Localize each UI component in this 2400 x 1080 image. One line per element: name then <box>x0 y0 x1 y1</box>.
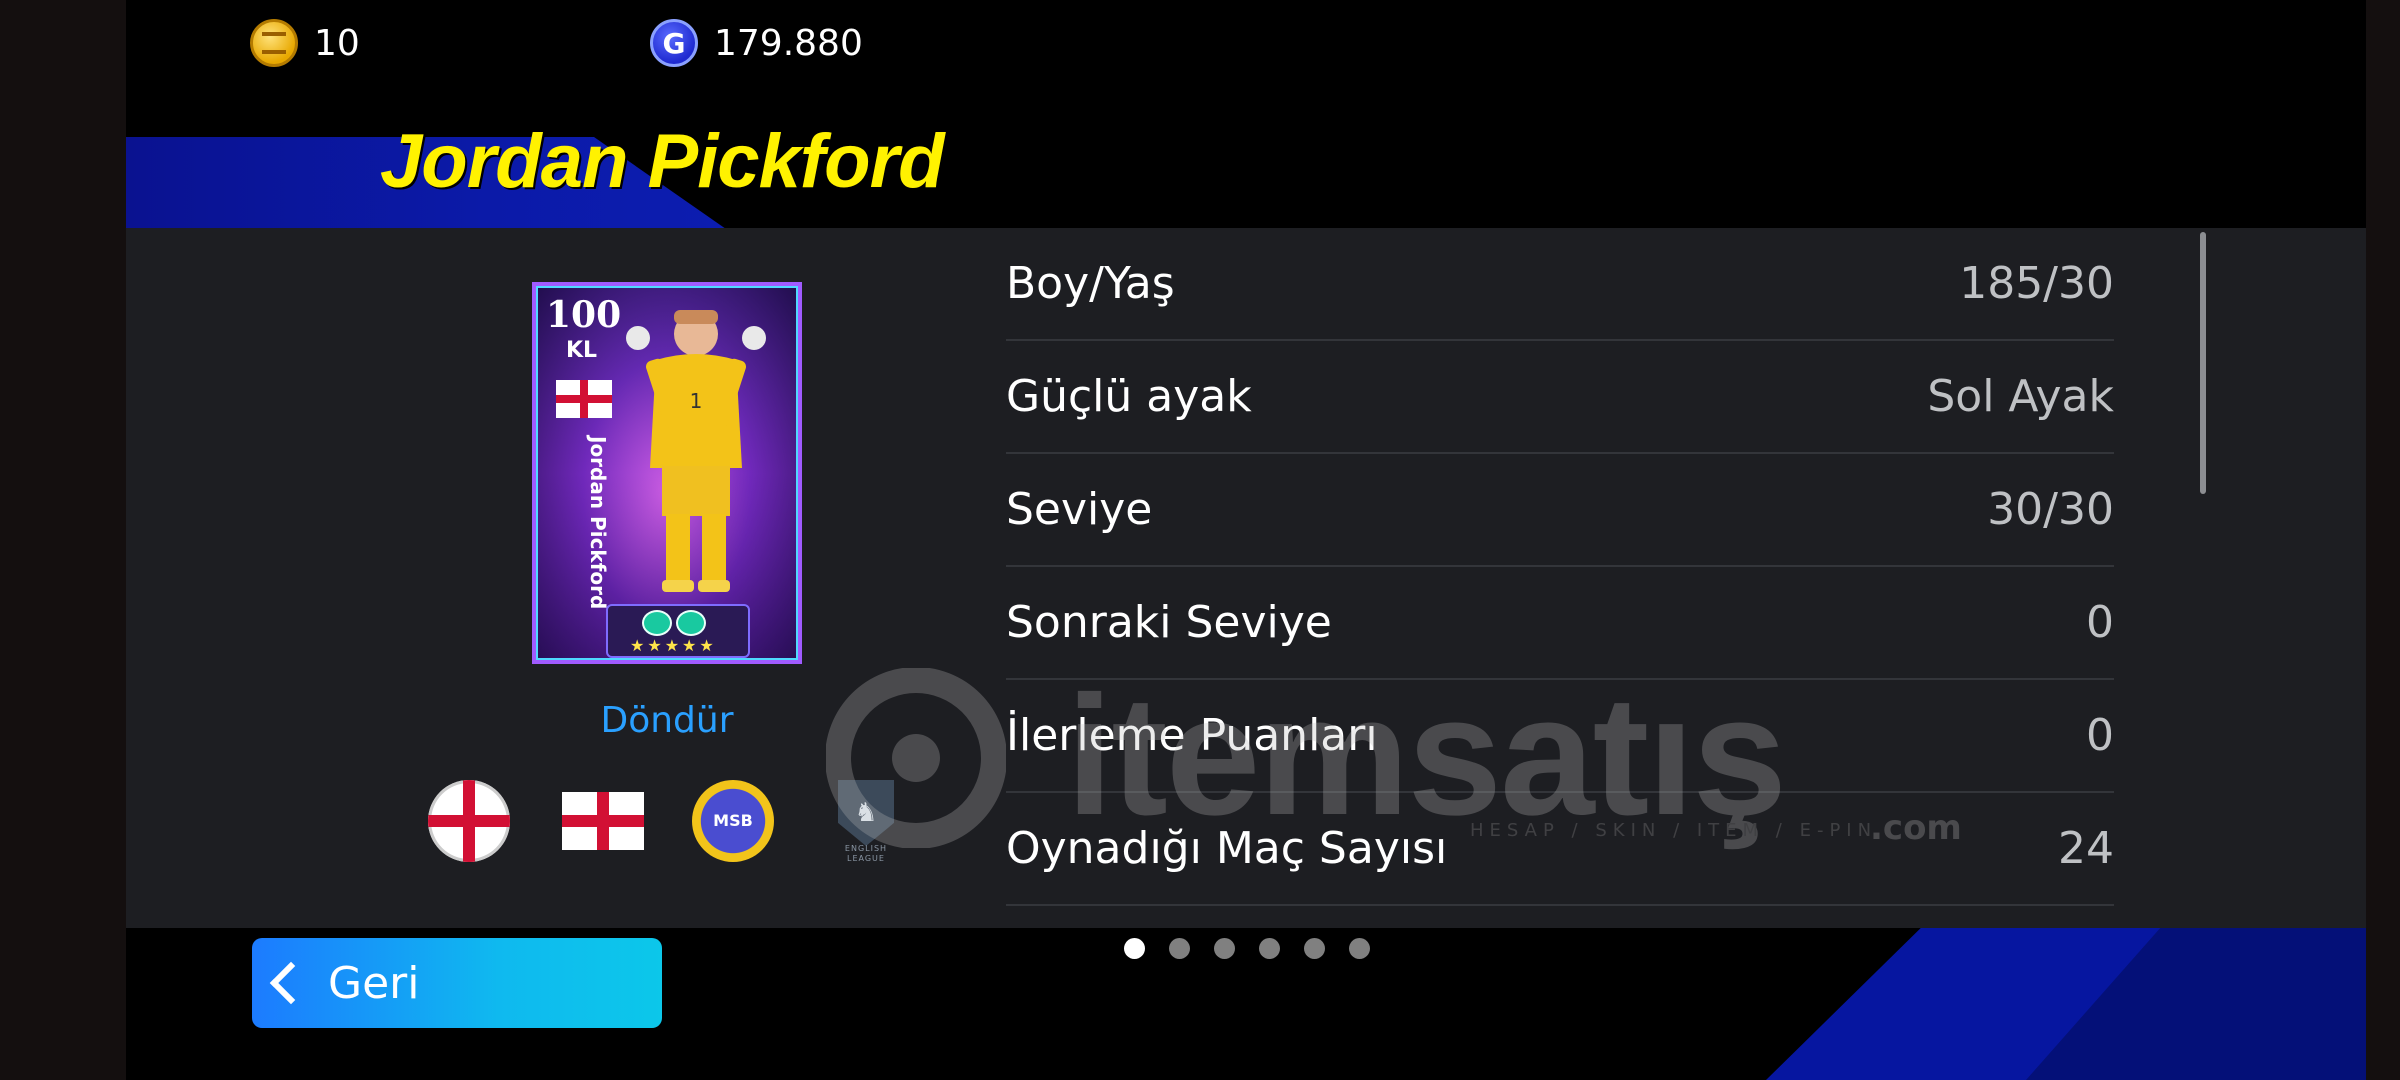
card-skill-icon <box>642 610 672 636</box>
player-info-panel: 1 100 KL Jordan Pickford ★★★★★ Döndür MS… <box>126 228 2366 928</box>
stat-row-next-level: Sonraki Seviye 0 <box>1006 567 2114 680</box>
screen: 10 G 179.880 Jordan Pickford 1 100 KL Jo… <box>126 0 2366 1080</box>
chevron-left-icon <box>269 961 313 1005</box>
gp-icon: G <box>650 19 698 67</box>
stat-row-strong-foot: Güçlü ayak Sol Ayak <box>1006 341 2114 454</box>
card-player-name: Jordan Pickford <box>586 436 610 610</box>
english-league-text: ENGLISH LEAGUE <box>844 844 888 863</box>
stat-label: Güçlü ayak <box>1006 371 1252 422</box>
player-figure-icon: 1 <box>626 310 766 592</box>
svg-text:1: 1 <box>690 389 703 413</box>
stat-label: Sonraki Seviye <box>1006 597 1332 648</box>
page-dot-3[interactable] <box>1214 938 1235 959</box>
stat-value: 0 <box>2086 597 2114 648</box>
card-england-flag-icon <box>556 380 612 418</box>
gp-display: G 179.880 <box>650 19 863 67</box>
page-indicator <box>1124 938 1370 959</box>
stat-row-progress-points: İlerleme Puanları 0 <box>1006 680 2114 793</box>
coins-display: 10 <box>250 19 360 67</box>
stat-value: 185/30 <box>1959 258 2114 309</box>
gp-value: 179.880 <box>714 22 863 64</box>
page-dot-2[interactable] <box>1169 938 1190 959</box>
stats-scrollbar[interactable] <box>2200 232 2206 494</box>
stat-value: 24 <box>2058 823 2114 874</box>
efootball-coin-icon <box>250 19 298 67</box>
stat-row-matches-played: Oynadığı Maç Sayısı 24 <box>1006 793 2114 906</box>
stat-label: İlerleme Puanları <box>1006 710 1378 761</box>
card-position: KL <box>566 338 598 363</box>
england-round-flag-icon <box>428 780 510 862</box>
back-button[interactable]: Geri <box>252 938 662 1028</box>
england-flag-icon <box>562 792 644 850</box>
stat-row-level: Seviye 30/30 <box>1006 454 2114 567</box>
card-rating: 100 <box>546 294 622 336</box>
page-dot-5[interactable] <box>1304 938 1325 959</box>
club-crest-icon: MSB <box>692 780 774 862</box>
english-league-icon: ♞ <box>838 780 894 846</box>
card-stars: ★★★★★ <box>630 636 717 655</box>
stat-value: 0 <box>2086 710 2114 761</box>
club-crest-text: MSB <box>713 811 753 830</box>
card-skill-icon <box>676 610 706 636</box>
player-name-title: Jordan Pickford <box>380 119 945 204</box>
stat-value: Sol Ayak <box>1927 371 2114 422</box>
page-dot-6[interactable] <box>1349 938 1370 959</box>
stat-value: 30/30 <box>1987 484 2114 535</box>
stat-label: Oynadığı Maç Sayısı <box>1006 823 1448 874</box>
back-button-label: Geri <box>328 957 420 1009</box>
stat-label: Seviye <box>1006 484 1153 535</box>
page-dot-4[interactable] <box>1259 938 1280 959</box>
rotate-card-button[interactable]: Döndür <box>532 700 802 741</box>
stats-list: Boy/Yaş 185/30 Güçlü ayak Sol Ayak Seviy… <box>1006 228 2114 906</box>
page-dot-1[interactable] <box>1124 938 1145 959</box>
gp-icon-letter: G <box>662 26 686 60</box>
coins-value: 10 <box>314 22 360 64</box>
player-card[interactable]: 1 100 KL Jordan Pickford ★★★★★ <box>532 282 802 664</box>
stat-row-height-age: Boy/Yaş 185/30 <box>1006 228 2114 341</box>
stat-label: Boy/Yaş <box>1006 258 1175 309</box>
